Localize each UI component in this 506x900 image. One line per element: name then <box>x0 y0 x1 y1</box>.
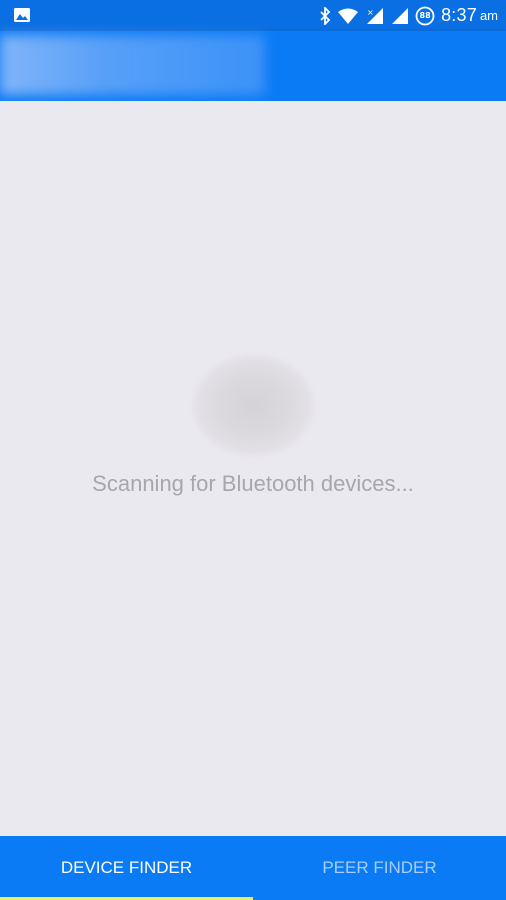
image-icon <box>14 8 30 22</box>
tab-device-finder[interactable]: DEVICE FINDER <box>0 836 253 900</box>
app-title-redacted <box>0 35 265 95</box>
scanning-status-text: Scanning for Bluetooth devices... <box>92 471 414 496</box>
wifi-icon <box>338 8 359 24</box>
bottom-tab-bar: DEVICE FINDER PEER FINDER <box>0 836 506 900</box>
main-content: Scanning for Bluetooth devices... <box>0 101 506 836</box>
clock-ampm: am <box>479 8 498 23</box>
tab-peer-finder[interactable]: PEER FINDER <box>253 836 506 900</box>
bluetooth-icon <box>320 6 331 25</box>
clock-time: 8:37 <box>441 5 477 25</box>
tab-peer-finder-label: PEER FINDER <box>322 858 437 877</box>
cell-signal-icon: × <box>367 7 384 24</box>
svg-text:×: × <box>367 8 374 17</box>
battery-level: 88 <box>419 10 431 20</box>
loading-spinner <box>193 355 314 456</box>
tab-device-finder-label: DEVICE FINDER <box>60 858 193 877</box>
battery-icon: 88 <box>415 6 435 26</box>
app-bar <box>0 31 506 101</box>
cell-signal-icon <box>392 7 409 24</box>
status-bar: × 88 8:37 am <box>0 0 506 31</box>
